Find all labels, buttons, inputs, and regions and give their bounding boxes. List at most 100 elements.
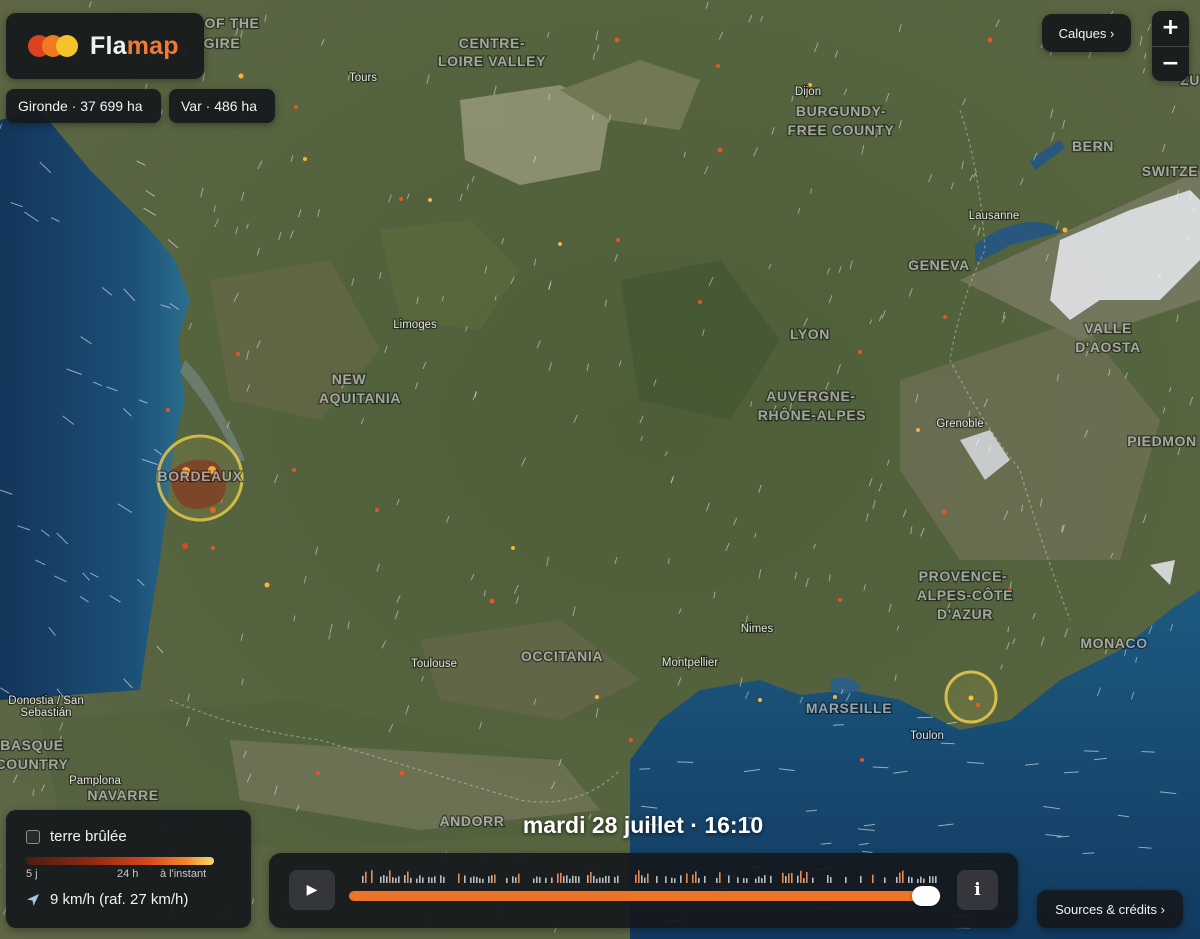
activity-tick (695, 871, 697, 883)
fire-hotspot[interactable] (838, 598, 842, 602)
activity-tick (443, 876, 445, 883)
info-button[interactable]: i (957, 870, 998, 910)
map-label: AUVERGNE- (766, 388, 855, 404)
timeline-player: ▶ i (269, 853, 1018, 928)
fire-hotspot[interactable] (211, 546, 215, 550)
activity-tick (419, 875, 421, 883)
fire-hotspot[interactable] (916, 428, 920, 432)
fire-hotspot[interactable] (833, 695, 837, 699)
fire-hotspot[interactable] (614, 37, 620, 43)
activity-tick (416, 878, 418, 883)
legend-panel: terre brûlée 5 j 24 h à l'instant 9 km/h… (6, 810, 251, 928)
fire-hotspot[interactable] (303, 157, 307, 161)
map-label: PIEDMON (1127, 433, 1197, 449)
fire-hotspot[interactable] (294, 105, 298, 109)
map-label: COUNTRY (0, 756, 69, 772)
map-label: MONACO (1080, 635, 1147, 651)
activity-tick (545, 877, 547, 883)
fire-hotspot[interactable] (375, 508, 379, 512)
sources-credits-button[interactable]: Sources & crédits › (1037, 890, 1183, 928)
fire-hotspot[interactable] (629, 738, 633, 742)
activity-tick (764, 875, 766, 883)
burned-area-checkbox[interactable] (26, 829, 40, 844)
fire-chip-gironde[interactable]: Gironde · 37 699 ha (6, 89, 161, 123)
fire-hotspot[interactable] (428, 198, 432, 202)
fire-hotspot[interactable] (399, 770, 405, 776)
activity-tick (440, 875, 442, 883)
activity-tick (614, 877, 616, 883)
fire-hotspot[interactable] (489, 598, 495, 604)
fire-hotspot[interactable] (399, 197, 403, 201)
activity-tick (737, 877, 739, 883)
activity-tick (434, 876, 436, 883)
fire-hotspot[interactable] (698, 300, 702, 304)
map-label: VALLE (1084, 320, 1132, 336)
activity-tick (566, 875, 568, 883)
map-label: Dijon (795, 86, 821, 98)
fire-hotspot[interactable] (858, 350, 862, 354)
burned-area-toggle[interactable]: terre brûlée (26, 828, 233, 845)
activity-tick (884, 877, 886, 883)
map-label: AQUITANIA (319, 390, 401, 406)
play-button[interactable]: ▶ (289, 870, 335, 910)
fire-hotspot[interactable] (264, 582, 270, 588)
timeline-activity-ticks (362, 870, 937, 883)
map-label: Sebastián (20, 707, 71, 719)
fire-hotspot[interactable] (558, 242, 562, 246)
fire-hotspot[interactable] (1062, 227, 1068, 233)
fire-hotspot[interactable] (166, 408, 170, 412)
map-label: BERN (1072, 138, 1114, 154)
activity-tick (686, 873, 688, 883)
fire-dot-gironde-3[interactable] (210, 507, 216, 513)
activity-tick (680, 875, 682, 883)
fire-hotspot[interactable] (987, 37, 993, 43)
activity-tick (656, 876, 658, 883)
fire-hotspot[interactable] (236, 352, 240, 356)
fire-hotspot[interactable] (716, 64, 720, 68)
fire-hotspot[interactable] (292, 468, 296, 472)
flamap-logo[interactable]: Flamap (6, 13, 204, 79)
activity-tick (602, 877, 604, 883)
fire-age-color-ramp (26, 857, 214, 865)
logo-text-part2: map (126, 31, 179, 60)
zoom-out-button[interactable]: − (1152, 47, 1189, 82)
fire-dot-var[interactable] (968, 695, 974, 701)
fire-hotspot[interactable] (758, 698, 762, 702)
wind-streak (677, 761, 694, 763)
activity-tick (383, 875, 385, 883)
activity-tick (464, 875, 466, 883)
map-label: OCCITANIA (521, 648, 603, 664)
fire-hotspot[interactable] (616, 238, 620, 242)
fire-chip-var[interactable]: Var · 486 ha (169, 89, 275, 123)
activity-tick (560, 872, 562, 883)
activity-tick (803, 878, 805, 883)
activity-tick (380, 876, 382, 883)
activity-tick (830, 877, 832, 883)
timeline-slider-thumb[interactable] (912, 886, 941, 906)
activity-tick (797, 875, 799, 883)
layers-button[interactable]: Calques › (1042, 14, 1131, 52)
timeline-slider[interactable] (349, 886, 941, 906)
fire-hotspot[interactable] (511, 546, 515, 550)
wind-streak (1141, 751, 1155, 753)
burned-area-label: terre brûlée (50, 828, 127, 845)
fire-hotspot[interactable] (860, 758, 864, 762)
fire-dot-gironde-4[interactable] (182, 543, 188, 549)
fire-hotspot[interactable] (941, 509, 947, 515)
activity-tick (473, 876, 475, 883)
map-label: Tours (349, 72, 377, 84)
map-label: Nimes (741, 623, 774, 635)
fire-hotspot[interactable] (238, 73, 244, 79)
satellite-map[interactable]: CENTRE- LOIRE VALLEY OF THE GIRE Tours Dijon B… (0, 0, 1200, 939)
activity-tick (911, 877, 913, 883)
map-label: BASQUE (0, 737, 64, 753)
fire-chip-var-label: Var · 486 ha (181, 98, 258, 114)
map-label: LYON (790, 326, 830, 342)
fire-hotspot[interactable] (943, 315, 947, 319)
fire-hotspot[interactable] (595, 695, 599, 699)
zoom-in-button[interactable]: + (1152, 11, 1189, 46)
activity-tick (536, 876, 538, 883)
fire-hotspot[interactable] (717, 147, 723, 153)
fire-hotspot[interactable] (316, 771, 320, 775)
map-label: Toulouse (411, 658, 457, 670)
